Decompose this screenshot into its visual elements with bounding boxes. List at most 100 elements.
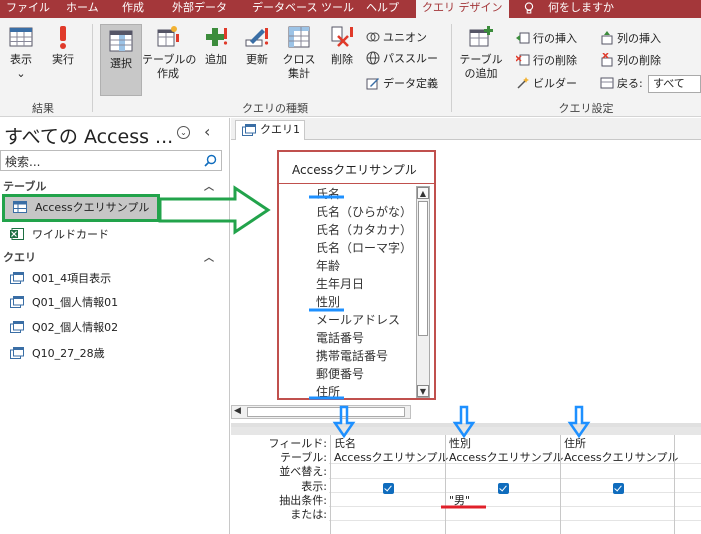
select-label: 選択 bbox=[110, 57, 132, 70]
field-item[interactable]: 氏名（ひらがな） bbox=[316, 203, 412, 221]
update-label: 更新 bbox=[246, 53, 268, 66]
nav-table-item[interactable]: ワイルドカード bbox=[10, 225, 109, 245]
update-pencil-icon bbox=[245, 28, 269, 47]
scroll-left-arrow-icon[interactable]: ◀ bbox=[234, 406, 241, 416]
scrollbar-thumb[interactable] bbox=[418, 201, 428, 336]
grid-column-empty[interactable] bbox=[674, 435, 701, 534]
tab-file[interactable]: ファイル bbox=[6, 0, 50, 18]
tab-query-design[interactable]: クエリ デザイン bbox=[416, 0, 509, 18]
query-icon bbox=[242, 124, 256, 136]
field-item[interactable]: 電話番号 bbox=[316, 329, 364, 347]
tab-create[interactable]: 作成 bbox=[122, 0, 144, 18]
document-tab[interactable]: クエリ1 bbox=[235, 120, 305, 140]
nav-pane-title[interactable]: すべての Access ... bbox=[4, 122, 173, 149]
ribbon-tab-strip: ファイル ホーム 作成 外部データ データベース ツール ヘルプ クエリ デザイ… bbox=[0, 0, 701, 18]
tell-me-box[interactable]: 何をしますか bbox=[548, 0, 614, 18]
grid-column-selector-bar[interactable] bbox=[231, 427, 701, 435]
grid-table-cell[interactable]: Accessクエリサンプル bbox=[449, 451, 563, 465]
view-button[interactable]: 表示 ⌄ bbox=[6, 24, 36, 81]
nav-table-label: Accessクエリサンプル bbox=[35, 201, 150, 214]
union-button[interactable]: ユニオン bbox=[366, 30, 427, 45]
run-button[interactable]: 実行 bbox=[48, 24, 78, 67]
scrollbar-thumb[interactable] bbox=[247, 407, 405, 417]
grid-show-checkbox[interactable] bbox=[613, 483, 624, 494]
tab-database-tools[interactable]: データベース ツール bbox=[252, 0, 354, 18]
nav-section-queries[interactable]: クエリ ︿ bbox=[0, 249, 222, 266]
builder-button[interactable]: ビルダー bbox=[516, 76, 577, 91]
run-label: 実行 bbox=[52, 53, 74, 66]
nav-table-item[interactable]: Accessクエリサンプル bbox=[2, 194, 160, 222]
crosstab-button[interactable]: クロス 集計 bbox=[282, 24, 316, 81]
grid-column[interactable]: 住所 Accessクエリサンプル bbox=[560, 435, 678, 534]
grid-row-label: または: bbox=[290, 508, 327, 521]
nav-query-label: Q10_27_28歳 bbox=[32, 347, 105, 360]
field-item[interactable]: 住所 bbox=[316, 383, 340, 401]
tab-home[interactable]: ホーム bbox=[66, 0, 99, 18]
scroll-down-arrow-icon[interactable]: ▼ bbox=[417, 385, 429, 397]
delete-query-button[interactable]: 削除 bbox=[326, 24, 358, 67]
grid-table-cell[interactable]: Accessクエリサンプル bbox=[334, 451, 448, 465]
return-icon bbox=[600, 77, 614, 89]
grid-table-cell[interactable]: Accessクエリサンプル bbox=[564, 451, 678, 465]
scroll-up-arrow-icon[interactable]: ▲ bbox=[417, 187, 429, 199]
grid-criteria-cell[interactable]: "男" bbox=[449, 494, 470, 508]
nav-query-item[interactable]: Q01_4項目表示 bbox=[10, 269, 111, 289]
union-rings-icon bbox=[366, 32, 380, 42]
grid-column[interactable]: 性別 Accessクエリサンプル "男" bbox=[445, 435, 563, 534]
field-item[interactable]: 氏名 bbox=[316, 185, 340, 203]
nav-query-item[interactable]: Q01_個人情報01 bbox=[10, 293, 118, 313]
delete-columns-button[interactable]: 列の削除 bbox=[600, 53, 661, 68]
insert-columns-icon bbox=[601, 31, 613, 45]
grid-field-cell[interactable]: 氏名 bbox=[334, 437, 356, 451]
nav-section-tables[interactable]: テーブル ︿ bbox=[0, 178, 222, 195]
grid-show-checkbox[interactable] bbox=[383, 483, 394, 494]
data-definition-button[interactable]: データ定義 bbox=[366, 76, 438, 91]
delete-x-icon bbox=[331, 26, 353, 47]
nav-search-input[interactable]: 検索... bbox=[0, 150, 222, 171]
query-icon bbox=[10, 272, 24, 284]
grid-show-checkbox[interactable] bbox=[498, 483, 509, 494]
ribbon: 表示 ⌄ 実行 結果 選択 テーブルの 作成 追加 更新 クロス 集計 削除 ユ… bbox=[0, 18, 701, 117]
design-pane-hscrollbar[interactable]: ◀ bbox=[231, 405, 411, 419]
update-button[interactable]: 更新 bbox=[240, 24, 274, 67]
pass-through-button[interactable]: パススルー bbox=[366, 51, 438, 66]
field-item[interactable]: 携帯電話番号 bbox=[316, 347, 388, 365]
nav-menu-chevron-icon[interactable]: ⌄ bbox=[177, 126, 190, 139]
field-item[interactable]: 氏名（ローマ字） bbox=[316, 239, 412, 257]
nav-query-item[interactable]: Q10_27_28歳 bbox=[10, 344, 105, 364]
lightbulb-icon bbox=[524, 2, 534, 14]
nav-query-item[interactable]: Q02_個人情報02 bbox=[10, 318, 118, 338]
field-list-box[interactable]: Accessクエリサンプル 氏名 氏名（ひらがな） 氏名（カタカナ） 氏名（ロー… bbox=[277, 150, 436, 400]
chevron-up-icon: ︿ bbox=[204, 182, 214, 193]
field-item[interactable]: 性別 bbox=[316, 293, 340, 311]
query-design-grid: フィールド: テーブル: 並べ替え: 表示: 抽出条件: または: 氏名 Acc… bbox=[231, 427, 701, 534]
field-list-title: Accessクエリサンプル bbox=[292, 163, 417, 177]
grid-field-cell[interactable]: 性別 bbox=[449, 437, 471, 451]
field-item[interactable]: 生年月日 bbox=[316, 275, 364, 293]
tab-help[interactable]: ヘルプ bbox=[366, 0, 399, 18]
delete-columns-icon bbox=[601, 53, 613, 67]
field-list-scrollbar[interactable]: ▲ ▼ bbox=[416, 186, 430, 398]
return-label-group: 戻る: bbox=[600, 76, 643, 91]
return-values-combo[interactable]: すべて bbox=[648, 75, 701, 93]
field-item[interactable]: 郵便番号 bbox=[316, 365, 364, 383]
nav-query-label: Q01_4項目表示 bbox=[32, 272, 112, 285]
insert-columns-button[interactable]: 列の挿入 bbox=[600, 31, 661, 46]
make-table-button[interactable]: テーブルの 作成 bbox=[142, 24, 196, 81]
insert-rows-button[interactable]: 行の挿入 bbox=[516, 31, 577, 46]
excel-linked-table-icon bbox=[10, 228, 24, 240]
select-button[interactable]: 選択 bbox=[104, 28, 138, 71]
delete-rows-button[interactable]: 行の削除 bbox=[516, 53, 577, 68]
add-table-button[interactable]: テーブル の追加 bbox=[458, 24, 504, 81]
append-button[interactable]: 追加 bbox=[200, 24, 232, 67]
grid-column[interactable]: 氏名 Accessクエリサンプル bbox=[330, 435, 448, 534]
insert-rows-icon bbox=[516, 32, 530, 44]
field-item[interactable]: メールアドレス bbox=[316, 311, 400, 329]
grid-field-cell[interactable]: 住所 bbox=[564, 437, 586, 451]
ribbon-divider bbox=[451, 24, 452, 112]
tab-external-data[interactable]: 外部データ bbox=[172, 0, 227, 18]
insert-rows-label: 行の挿入 bbox=[533, 32, 577, 45]
nav-collapse-icon[interactable]: ‹ bbox=[204, 122, 210, 141]
field-item[interactable]: 氏名（カタカナ） bbox=[316, 221, 412, 239]
field-item[interactable]: 年齢 bbox=[316, 257, 340, 275]
